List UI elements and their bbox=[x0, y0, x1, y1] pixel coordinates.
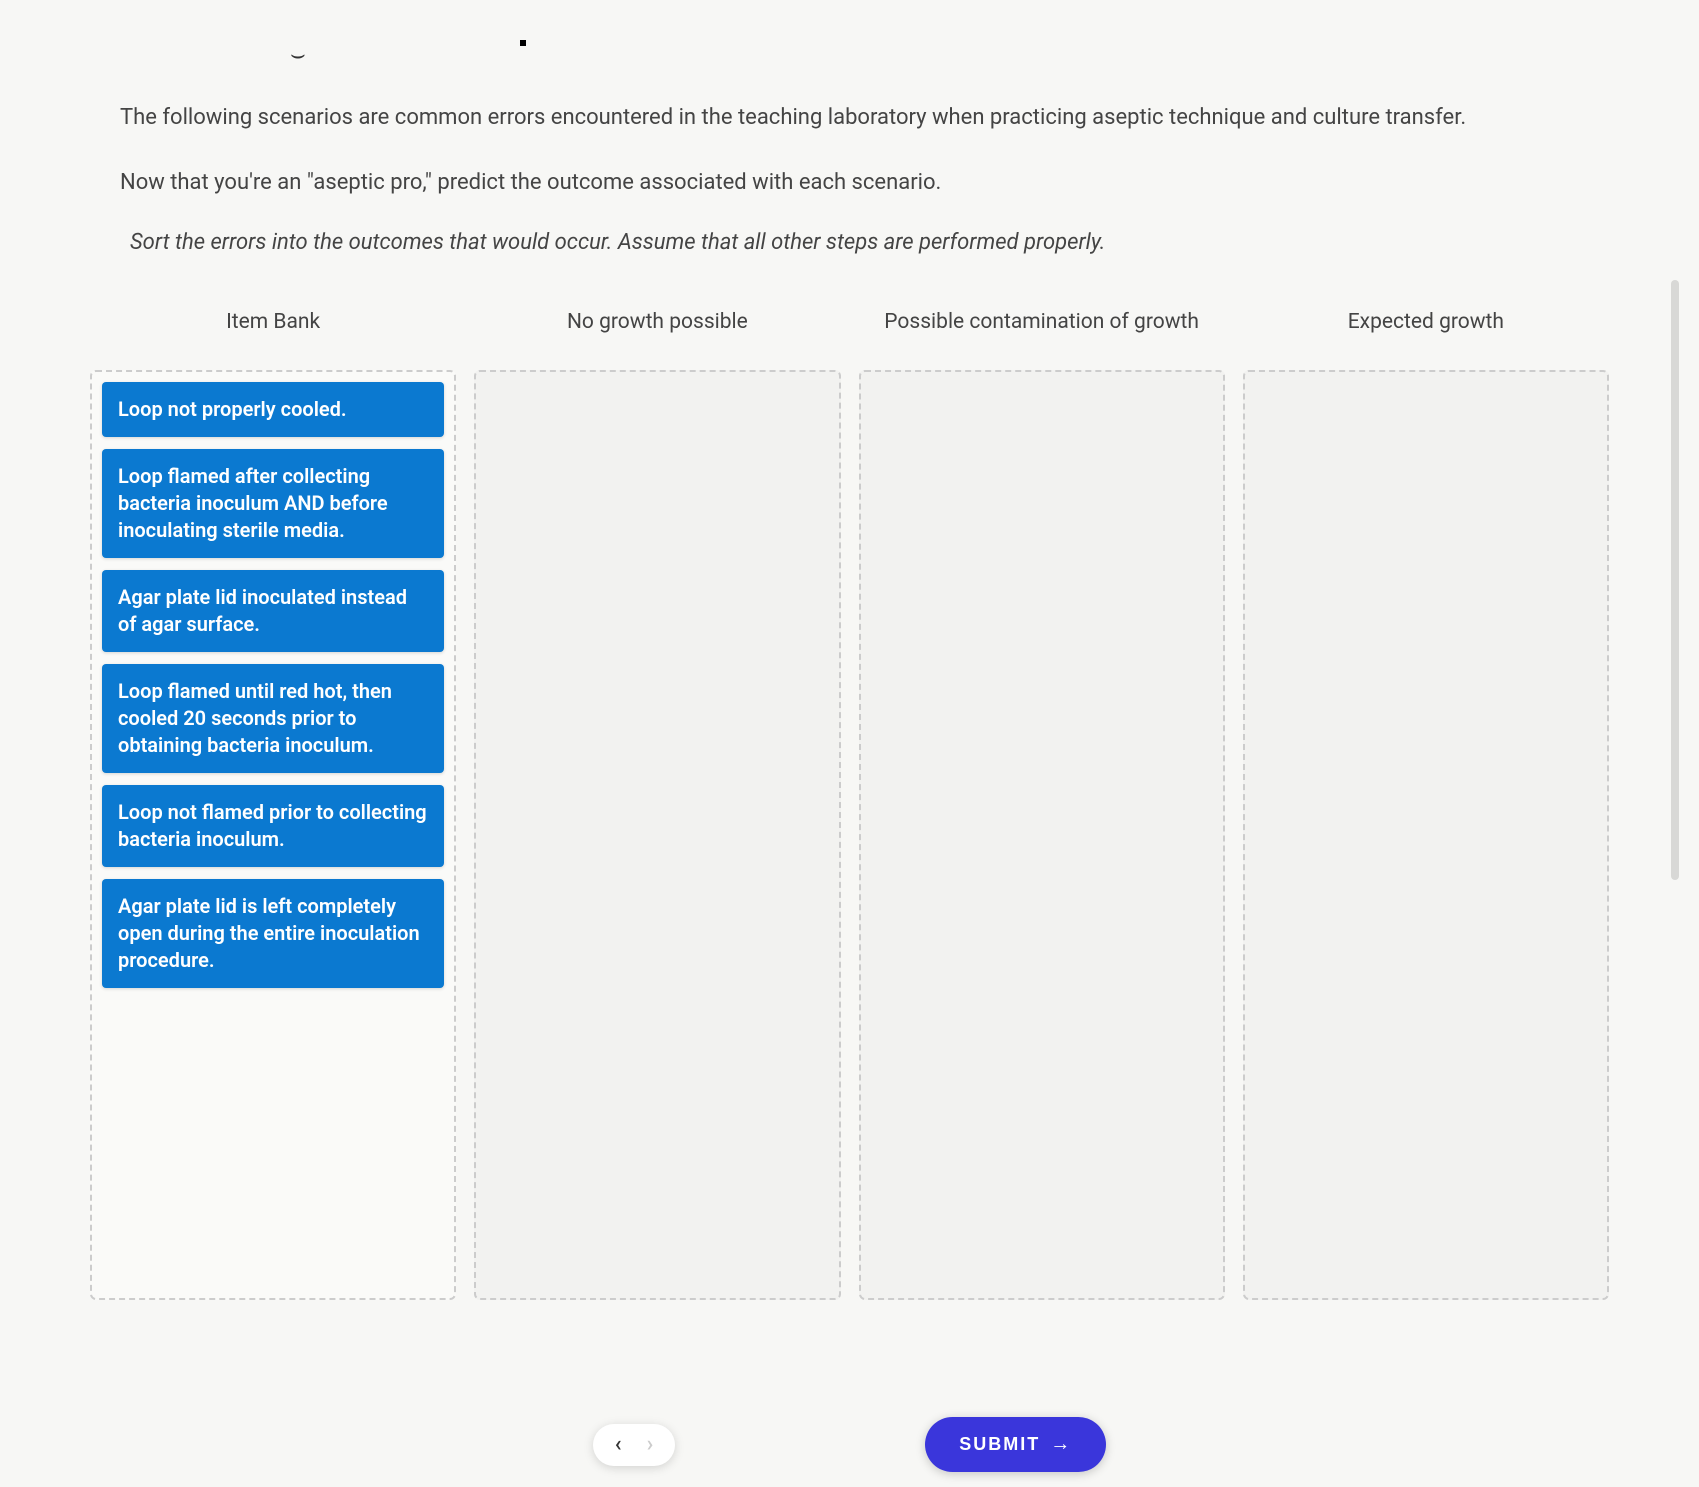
contamination-column: Possible contamination of growth bbox=[859, 290, 1225, 1300]
item-bank-header: Item Bank bbox=[90, 290, 456, 370]
intro-paragraph-1: The following scenarios are common error… bbox=[60, 100, 1639, 135]
expected-growth-column: Expected growth bbox=[1243, 290, 1609, 1300]
no-growth-dropzone[interactable] bbox=[474, 370, 840, 1300]
bank-item[interactable]: Agar plate lid inoculated instead of aga… bbox=[102, 570, 444, 652]
item-bank-column: Item Bank Loop not properly cooled. Loop… bbox=[90, 290, 456, 1300]
curve-mark: ⌣ bbox=[290, 40, 306, 68]
bank-item[interactable]: Loop flamed after collecting bacteria in… bbox=[102, 449, 444, 558]
top-decorations: ⌣ bbox=[60, 40, 1639, 60]
submit-button[interactable]: SUBMIT → bbox=[925, 1417, 1106, 1472]
expected-growth-dropzone[interactable] bbox=[1243, 370, 1609, 1300]
intro-paragraph-2: Now that you're an "aseptic pro," predic… bbox=[60, 165, 1639, 200]
content-wrapper: ⌣ The following scenarios are common err… bbox=[60, 40, 1639, 1300]
no-growth-column: No growth possible bbox=[474, 290, 840, 1300]
bottom-bar: ‹ › SUBMIT → bbox=[0, 1402, 1699, 1487]
next-button[interactable]: › bbox=[647, 1434, 654, 1456]
arrow-right-icon: → bbox=[1050, 1433, 1072, 1456]
scrollbar[interactable] bbox=[1671, 280, 1679, 880]
instruction-text: Sort the errors into the outcomes that w… bbox=[60, 230, 1639, 255]
bank-item[interactable]: Loop not flamed prior to collecting bact… bbox=[102, 785, 444, 867]
sorting-area: Item Bank Loop not properly cooled. Loop… bbox=[60, 290, 1639, 1300]
no-growth-header: No growth possible bbox=[474, 290, 840, 370]
nav-pill: ‹ › bbox=[593, 1424, 675, 1466]
bank-item[interactable]: Loop not properly cooled. bbox=[102, 382, 444, 437]
submit-label: SUBMIT bbox=[959, 1434, 1040, 1455]
contamination-dropzone[interactable] bbox=[859, 370, 1225, 1300]
expected-growth-header: Expected growth bbox=[1243, 290, 1609, 370]
contamination-header: Possible contamination of growth bbox=[859, 290, 1225, 370]
dot-mark bbox=[520, 40, 526, 46]
bank-item[interactable]: Agar plate lid is left completely open d… bbox=[102, 879, 444, 988]
prev-button[interactable]: ‹ bbox=[615, 1434, 622, 1456]
item-bank-body[interactable]: Loop not properly cooled. Loop flamed af… bbox=[90, 370, 456, 1300]
bank-item[interactable]: Loop flamed until red hot, then cooled 2… bbox=[102, 664, 444, 773]
